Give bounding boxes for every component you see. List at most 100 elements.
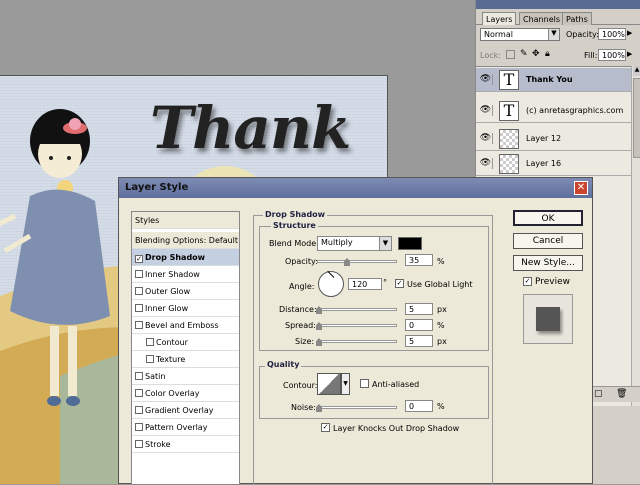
noise-label: Noise: xyxy=(291,403,316,412)
lock-paint-icon[interactable]: ✎ xyxy=(520,49,528,59)
blend-mode-value: Normal xyxy=(484,30,513,39)
shadow-blend-mode-value: Multiply xyxy=(321,238,353,247)
eye-icon[interactable]: 👁︎ xyxy=(479,74,493,85)
opacity-label: Opacity: xyxy=(566,30,599,39)
style-item-satin[interactable]: Satin xyxy=(132,368,239,385)
eye-icon[interactable]: 👁︎ xyxy=(479,133,493,144)
style-item-contour[interactable]: Contour xyxy=(132,334,239,351)
fill-arrow-icon[interactable]: ▶ xyxy=(627,50,632,58)
layer-row[interactable]: 👁︎ Layer 16 xyxy=(476,152,631,176)
close-icon[interactable]: ✕ xyxy=(574,181,588,195)
tab-paths[interactable]: Paths xyxy=(562,12,592,25)
dialog-title: Layer Style xyxy=(125,182,189,193)
blending-options-item[interactable]: Blending Options: Default xyxy=(132,232,239,249)
style-item-inner-glow[interactable]: Inner Glow xyxy=(132,300,239,317)
blend-mode-label: Blend Mode: xyxy=(269,239,319,248)
style-item-stroke[interactable]: Stroke xyxy=(132,436,239,453)
layer-thumbnail xyxy=(499,129,519,149)
style-preview-box xyxy=(523,294,573,344)
checkbox[interactable] xyxy=(135,372,143,380)
checkbox[interactable] xyxy=(135,389,143,397)
spread-slider[interactable] xyxy=(317,324,397,327)
style-item-gradient-overlay[interactable]: Gradient Overlay xyxy=(132,402,239,419)
layer-blend-mode-select[interactable]: Normal ▼ xyxy=(480,28,560,41)
layer-fill-input[interactable]: 100% xyxy=(598,49,626,61)
layer-row[interactable]: 👁︎ T (c) anretasgraphics.com xyxy=(476,99,631,123)
contour-label: Contour: xyxy=(283,381,318,390)
lock-all-icon[interactable]: 🔒︎ xyxy=(545,49,550,59)
checkbox[interactable] xyxy=(135,304,143,312)
layers-scrollbar[interactable]: ▲ xyxy=(631,66,640,406)
style-item-bevel-emboss[interactable]: Bevel and Emboss xyxy=(132,317,239,334)
style-item-pattern-overlay[interactable]: Pattern Overlay xyxy=(132,419,239,436)
tab-layers[interactable]: Layers xyxy=(482,12,517,25)
style-item-color-overlay[interactable]: Color Overlay xyxy=(132,385,239,402)
opacity-unit: % xyxy=(437,257,445,266)
layer-row[interactable]: 👁︎ T Thank You xyxy=(476,68,631,92)
lock-transparent-icon[interactable] xyxy=(506,50,515,59)
checkbox[interactable] xyxy=(135,440,143,448)
chevron-down-icon[interactable]: ▼ xyxy=(341,373,350,395)
checkbox[interactable] xyxy=(135,270,143,278)
checkbox-checked[interactable]: ✓ xyxy=(135,255,143,263)
global-light-label: Use Global Light xyxy=(407,280,473,289)
shadow-opacity-input[interactable]: 35 xyxy=(405,254,433,266)
style-item-texture[interactable]: Texture xyxy=(132,351,239,368)
scroll-up-icon[interactable]: ▲ xyxy=(633,66,640,76)
shadow-blend-mode-select[interactable]: Multiply ▼ xyxy=(317,236,392,251)
size-unit: px xyxy=(437,337,447,346)
spread-input[interactable]: 0 xyxy=(405,319,433,331)
preview-checkbox[interactable]: ✓ xyxy=(523,277,532,286)
ok-button[interactable]: OK xyxy=(513,210,583,226)
checkbox[interactable] xyxy=(135,321,143,329)
layer-row[interactable]: 👁︎ Layer 12 xyxy=(476,127,631,151)
style-item-drop-shadow[interactable]: ✓ Drop Shadow xyxy=(132,249,239,266)
lock-move-icon[interactable]: ✥ xyxy=(532,49,540,59)
scroll-thumb[interactable] xyxy=(633,78,640,158)
checkbox[interactable] xyxy=(146,338,154,346)
dialog-title-bar[interactable]: Layer Style xyxy=(119,178,592,198)
layer-name: (c) anretasgraphics.com xyxy=(526,106,624,115)
checkbox[interactable] xyxy=(135,406,143,414)
styles-header[interactable]: Styles xyxy=(132,212,239,229)
eye-icon[interactable]: 👁︎ xyxy=(479,105,493,116)
style-item-label: Bevel and Emboss xyxy=(145,321,219,330)
eye-icon[interactable]: 👁︎ xyxy=(479,158,493,169)
size-input[interactable]: 5 xyxy=(405,335,433,347)
style-item-outer-glow[interactable]: Outer Glow xyxy=(132,283,239,300)
style-item-label: Satin xyxy=(145,372,166,381)
trash-icon[interactable]: 🗑︎ xyxy=(616,389,627,399)
chevron-down-icon: ▼ xyxy=(548,29,559,40)
noise-input[interactable]: 0 xyxy=(405,400,433,412)
tab-channels[interactable]: Channels xyxy=(519,12,565,25)
anti-aliased-checkbox[interactable] xyxy=(360,379,369,388)
size-slider[interactable] xyxy=(317,340,397,343)
distance-input[interactable]: 5 xyxy=(405,303,433,315)
distance-slider[interactable] xyxy=(317,308,397,311)
style-item-label: Texture xyxy=(156,355,186,364)
shadow-color-swatch[interactable] xyxy=(398,237,422,250)
style-item-inner-shadow[interactable]: Inner Shadow xyxy=(132,266,239,283)
spread-label: Spread: xyxy=(285,321,316,330)
layer-name: Layer 16 xyxy=(526,159,562,168)
noise-unit: % xyxy=(437,402,445,411)
opacity-slider[interactable] xyxy=(317,260,397,263)
cancel-button[interactable]: Cancel xyxy=(513,233,583,249)
knockout-checkbox[interactable]: ✓ xyxy=(321,423,330,432)
drop-shadow-title: Drop Shadow xyxy=(263,210,328,219)
checkbox[interactable] xyxy=(146,355,154,363)
angle-dial[interactable] xyxy=(318,270,344,297)
layer-style-dialog: Layer Style ✕ Styles Blending Options: D… xyxy=(118,177,593,485)
global-light-checkbox[interactable]: ✓ xyxy=(395,279,404,288)
panel-title-bar[interactable] xyxy=(476,0,640,9)
checkbox[interactable] xyxy=(135,423,143,431)
layer-opacity-input[interactable]: 100% xyxy=(598,28,626,40)
knockout-label: Layer Knocks Out Drop Shadow xyxy=(333,424,460,433)
checkbox[interactable] xyxy=(135,287,143,295)
opacity-arrow-icon[interactable]: ▶ xyxy=(627,29,632,37)
new-layer-icon[interactable]: ▢ xyxy=(594,389,603,399)
new-style-button[interactable]: New Style... xyxy=(513,255,583,271)
contour-picker[interactable] xyxy=(317,373,341,395)
noise-slider[interactable] xyxy=(317,406,397,409)
angle-input[interactable]: 120 xyxy=(348,278,382,290)
